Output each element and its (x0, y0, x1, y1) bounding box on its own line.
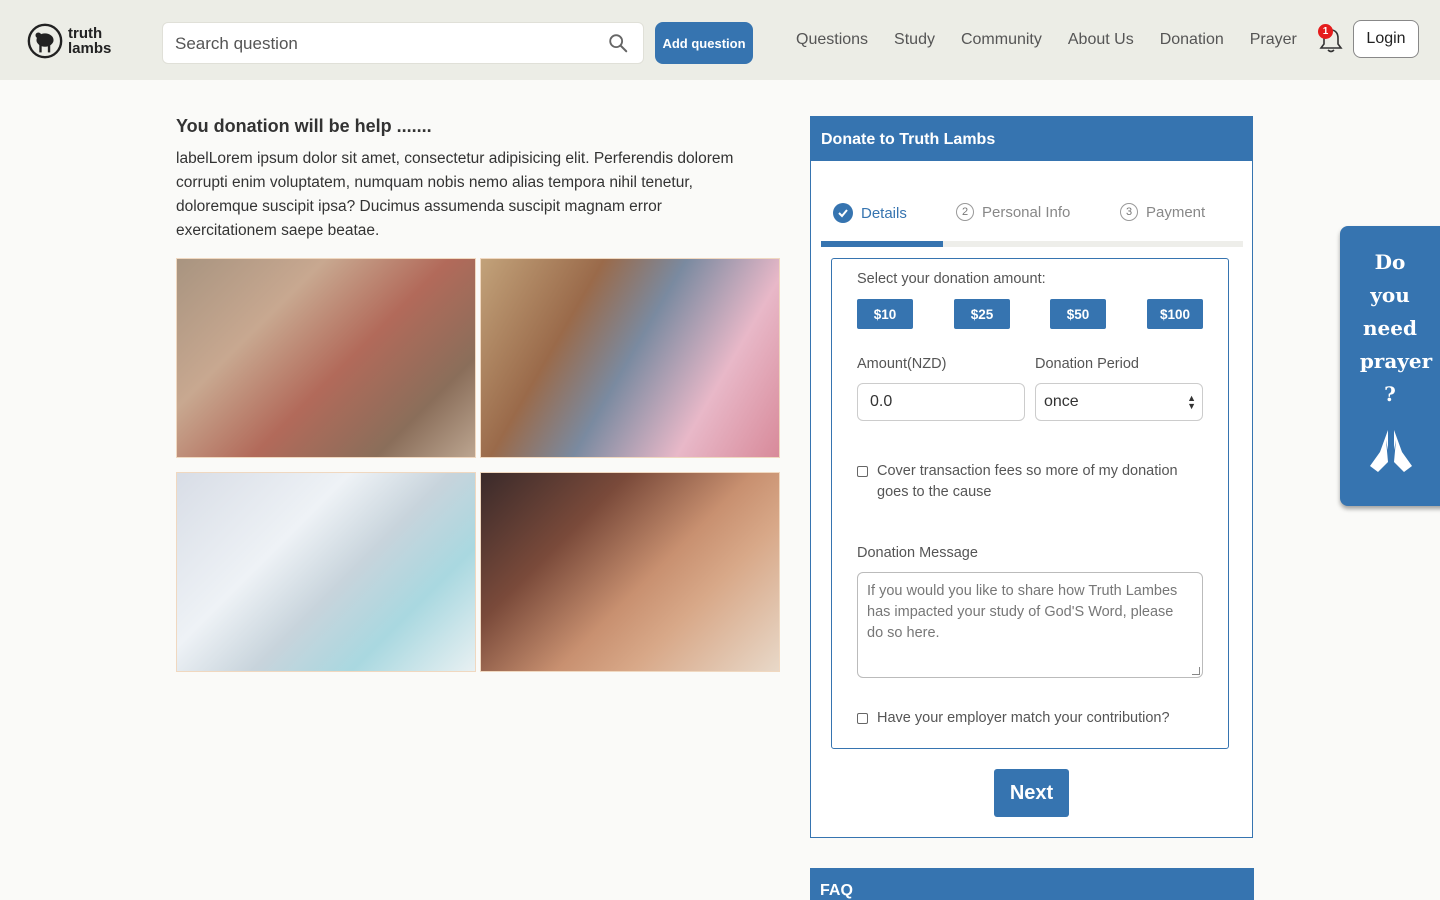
prayer-line: Do (1374, 250, 1406, 274)
photo-elderly-woman (176, 472, 476, 672)
cover-fees-label: Cover transaction fees so more of my don… (877, 463, 1178, 500)
step-number: 3 (1120, 203, 1138, 221)
select-amount-label: Select your donation amount: (857, 271, 1046, 287)
employer-match-checkbox[interactable] (857, 713, 868, 724)
donation-details-form: Select your donation amount: $10 $25 $50… (831, 258, 1229, 749)
prayer-line: prayer (1359, 349, 1433, 373)
donate-card: Donate to Truth Lambs Details 2 Personal… (810, 116, 1253, 838)
nav-about-us[interactable]: About Us (1055, 30, 1147, 50)
donation-period-value: once (1044, 393, 1079, 410)
next-button[interactable]: Next (994, 769, 1069, 817)
lamb-logo-icon (27, 23, 63, 59)
step-progress-fill (821, 241, 944, 247)
login-button[interactable]: Login (1353, 20, 1419, 58)
step-details[interactable]: Details (833, 203, 907, 223)
message-placeholder: If you would you like to share how Truth… (867, 583, 1178, 641)
logo-text-line2: lambs (68, 40, 112, 57)
search-input[interactable] (175, 32, 595, 56)
add-question-button[interactable]: Add question (655, 22, 753, 64)
nav-questions[interactable]: Questions (783, 30, 881, 50)
amount-label: Amount(NZD) (857, 356, 947, 372)
main-nav: Questions Study Community About Us Donat… (783, 30, 1310, 50)
amount-button-10[interactable]: $10 (857, 299, 913, 329)
prayer-line: need (1363, 316, 1417, 340)
donation-message-textarea[interactable]: If you would you like to share how Truth… (857, 572, 1203, 678)
amount-input[interactable]: 0.0 (857, 383, 1025, 421)
photo-holding-hands (480, 472, 780, 672)
step-payment-label: Payment (1146, 203, 1206, 221)
prayer-tab-text: Do you need prayer ? (1340, 246, 1440, 411)
intro-paragraph: labelLorem ipsum dolor sit amet, consect… (176, 150, 734, 239)
amount-button-25[interactable]: $25 (954, 299, 1010, 329)
step-personal-info-label: Personal Info (982, 203, 1071, 221)
nav-prayer[interactable]: Prayer (1237, 30, 1310, 50)
prayer-line: you (1370, 283, 1410, 307)
photo-praying-children (480, 258, 780, 458)
donation-steps: Details 2 Personal Info 3 Payment (821, 203, 1243, 223)
intro-title: You donation will be help ....... (176, 116, 432, 136)
prayer-line: ? (1384, 382, 1396, 406)
message-label: Donation Message (857, 545, 978, 561)
employer-match-label: Have your employer match your contributi… (877, 710, 1170, 726)
photo-smiling-children (176, 258, 476, 458)
cover-fees-checkbox[interactable] (857, 466, 868, 477)
top-navbar: truth lambs Add question Questions Study… (0, 0, 1440, 80)
amount-button-50[interactable]: $50 (1050, 299, 1106, 329)
step-payment[interactable]: 3 Payment (1120, 203, 1205, 221)
amount-button-100[interactable]: $100 (1147, 299, 1203, 329)
logo-text-line1: truth (68, 25, 103, 42)
notification-badge: 1 (1318, 24, 1333, 39)
check-circle-icon (833, 203, 853, 223)
search-box (162, 22, 644, 64)
resize-handle-icon[interactable] (1192, 667, 1200, 675)
step-number: 2 (956, 203, 974, 221)
step-progress-bar (821, 241, 1243, 247)
photo-grid (176, 258, 780, 672)
logo-text: truth lambs (68, 26, 111, 56)
donate-card-title: Donate to Truth Lambs (811, 117, 1252, 161)
select-arrows-icon: ▲ ▼ (1187, 393, 1196, 411)
truth-lambs-logo[interactable]: truth lambs (26, 21, 126, 61)
search-icon[interactable] (607, 32, 629, 54)
nav-donation[interactable]: Donation (1147, 30, 1237, 50)
nav-community[interactable]: Community (948, 30, 1055, 50)
step-details-label: Details (861, 204, 907, 222)
praying-hands-icon (1370, 430, 1412, 472)
nav-study[interactable]: Study (881, 30, 948, 50)
step-personal-info[interactable]: 2 Personal Info (956, 203, 1070, 221)
donation-period-select[interactable]: once ▲ ▼ (1035, 383, 1203, 421)
period-label: Donation Period (1035, 356, 1139, 372)
prayer-side-tab[interactable]: Do you need prayer ? (1340, 226, 1440, 506)
faq-header[interactable]: FAQ (810, 868, 1254, 900)
